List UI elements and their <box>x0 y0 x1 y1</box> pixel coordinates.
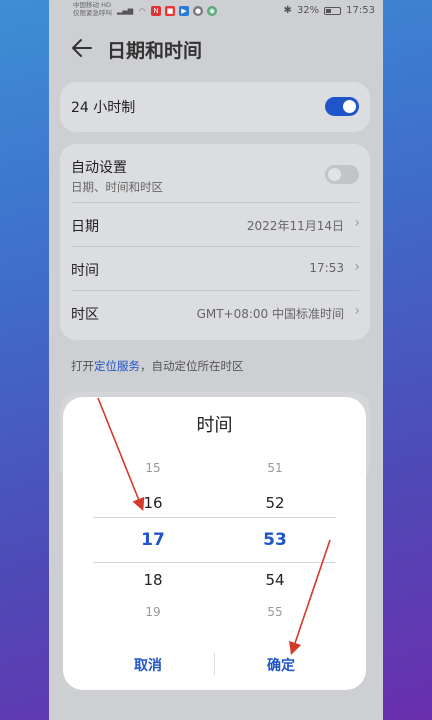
time-label: 时间 <box>71 263 99 279</box>
time-value: 17:53 <box>309 261 344 275</box>
app-notification-icon: ■ <box>165 6 175 16</box>
hour-selected[interactable]: 17 <box>123 530 183 550</box>
picker-selection-line <box>93 517 336 518</box>
page-title: 日期和时间 <box>107 40 203 62</box>
hour24-card: 24 小时制 <box>60 82 370 132</box>
phone-screen: 中国移动 HD 仅限紧急呼叫 ▂▄▆ ◠ N ■ ▶ ● ◉ ✱ 32% 17:… <box>49 0 383 720</box>
battery-percent: 32% <box>296 5 320 16</box>
status-right: ✱ 32% 17:53 <box>284 5 375 16</box>
hour24-toggle[interactable] <box>325 97 359 116</box>
confirm-button[interactable]: 确定 <box>267 655 295 675</box>
status-bar: 中国移动 HD 仅限紧急呼叫 ▂▄▆ ◠ N ■ ▶ ● ◉ ✱ 32% 17:… <box>49 0 383 24</box>
cancel-button[interactable]: 取消 <box>134 655 162 675</box>
hint-suffix: ，自动定位所在时区 <box>140 359 244 373</box>
location-hint: 打开定位服务，自动定位所在时区 <box>71 358 244 374</box>
back-arrow-icon[interactable] <box>71 37 93 59</box>
timezone-row[interactable]: 时区 GMT+08:00 中国标准时间 › <box>60 290 370 334</box>
timezone-label: 时区 <box>71 307 99 323</box>
time-row[interactable]: 时间 17:53 › <box>60 246 370 290</box>
app-notification-icon: ◉ <box>207 6 217 16</box>
status-time: 17:53 <box>346 5 375 16</box>
auto-setting-row[interactable]: 自动设置 日期、时间和时区 <box>60 144 370 202</box>
app-notification-icon: ▶ <box>179 6 189 16</box>
picker-selection-line <box>93 562 336 563</box>
minute-selected[interactable]: 53 <box>245 530 305 550</box>
auto-setting-sublabel: 日期、时间和时区 <box>71 180 163 194</box>
carrier-info: 中国移动 HD 仅限紧急呼叫 <box>73 1 112 17</box>
dialog-title: 时间 <box>196 415 233 436</box>
app-notification-icon: ● <box>193 6 203 16</box>
wifi-icon: ◠ <box>138 7 146 15</box>
hour-option[interactable]: 16 <box>123 494 183 512</box>
minute-option[interactable]: 54 <box>245 571 305 589</box>
date-label: 日期 <box>71 219 99 235</box>
date-row[interactable]: 日期 2022年11月14日 › <box>60 202 370 246</box>
auto-setting-toggle[interactable] <box>325 165 359 184</box>
datetime-card: 自动设置 日期、时间和时区 日期 2022年11月14日 › 时间 17:53 … <box>60 144 370 340</box>
hint-prefix: 打开 <box>71 359 94 373</box>
signal-icon: ▂▄▆ <box>117 7 134 15</box>
time-picker-dialog: 时间 15 16 17 18 19 51 52 53 54 55 取消 确定 <box>63 397 366 690</box>
chevron-right-icon: › <box>354 215 360 231</box>
carrier-status: 仅限紧急呼叫 <box>73 9 112 17</box>
hour24-label: 24 小时制 <box>71 100 136 116</box>
hour-option[interactable]: 19 <box>123 605 183 619</box>
hour-option[interactable]: 15 <box>123 461 183 475</box>
carrier-name: 中国移动 HD <box>73 1 111 9</box>
timezone-value: GMT+08:00 中国标准时间 <box>196 307 344 321</box>
minute-option[interactable]: 52 <box>245 494 305 512</box>
date-value: 2022年11月14日 <box>246 219 344 233</box>
chevron-right-icon: › <box>354 259 360 275</box>
notification-icons: ▂▄▆ ◠ N ■ ▶ ● ◉ <box>117 6 217 16</box>
bluetooth-icon: ✱ <box>283 5 292 16</box>
minute-option[interactable]: 51 <box>245 461 305 475</box>
chevron-right-icon: › <box>354 303 360 319</box>
location-service-link[interactable]: 定位服务 <box>94 359 140 373</box>
battery-icon <box>324 6 342 15</box>
button-divider <box>214 653 215 675</box>
hour-option[interactable]: 18 <box>123 571 183 589</box>
auto-setting-label: 自动设置 <box>71 160 127 176</box>
minute-option[interactable]: 55 <box>245 605 305 619</box>
app-notification-icon: N <box>151 6 161 16</box>
